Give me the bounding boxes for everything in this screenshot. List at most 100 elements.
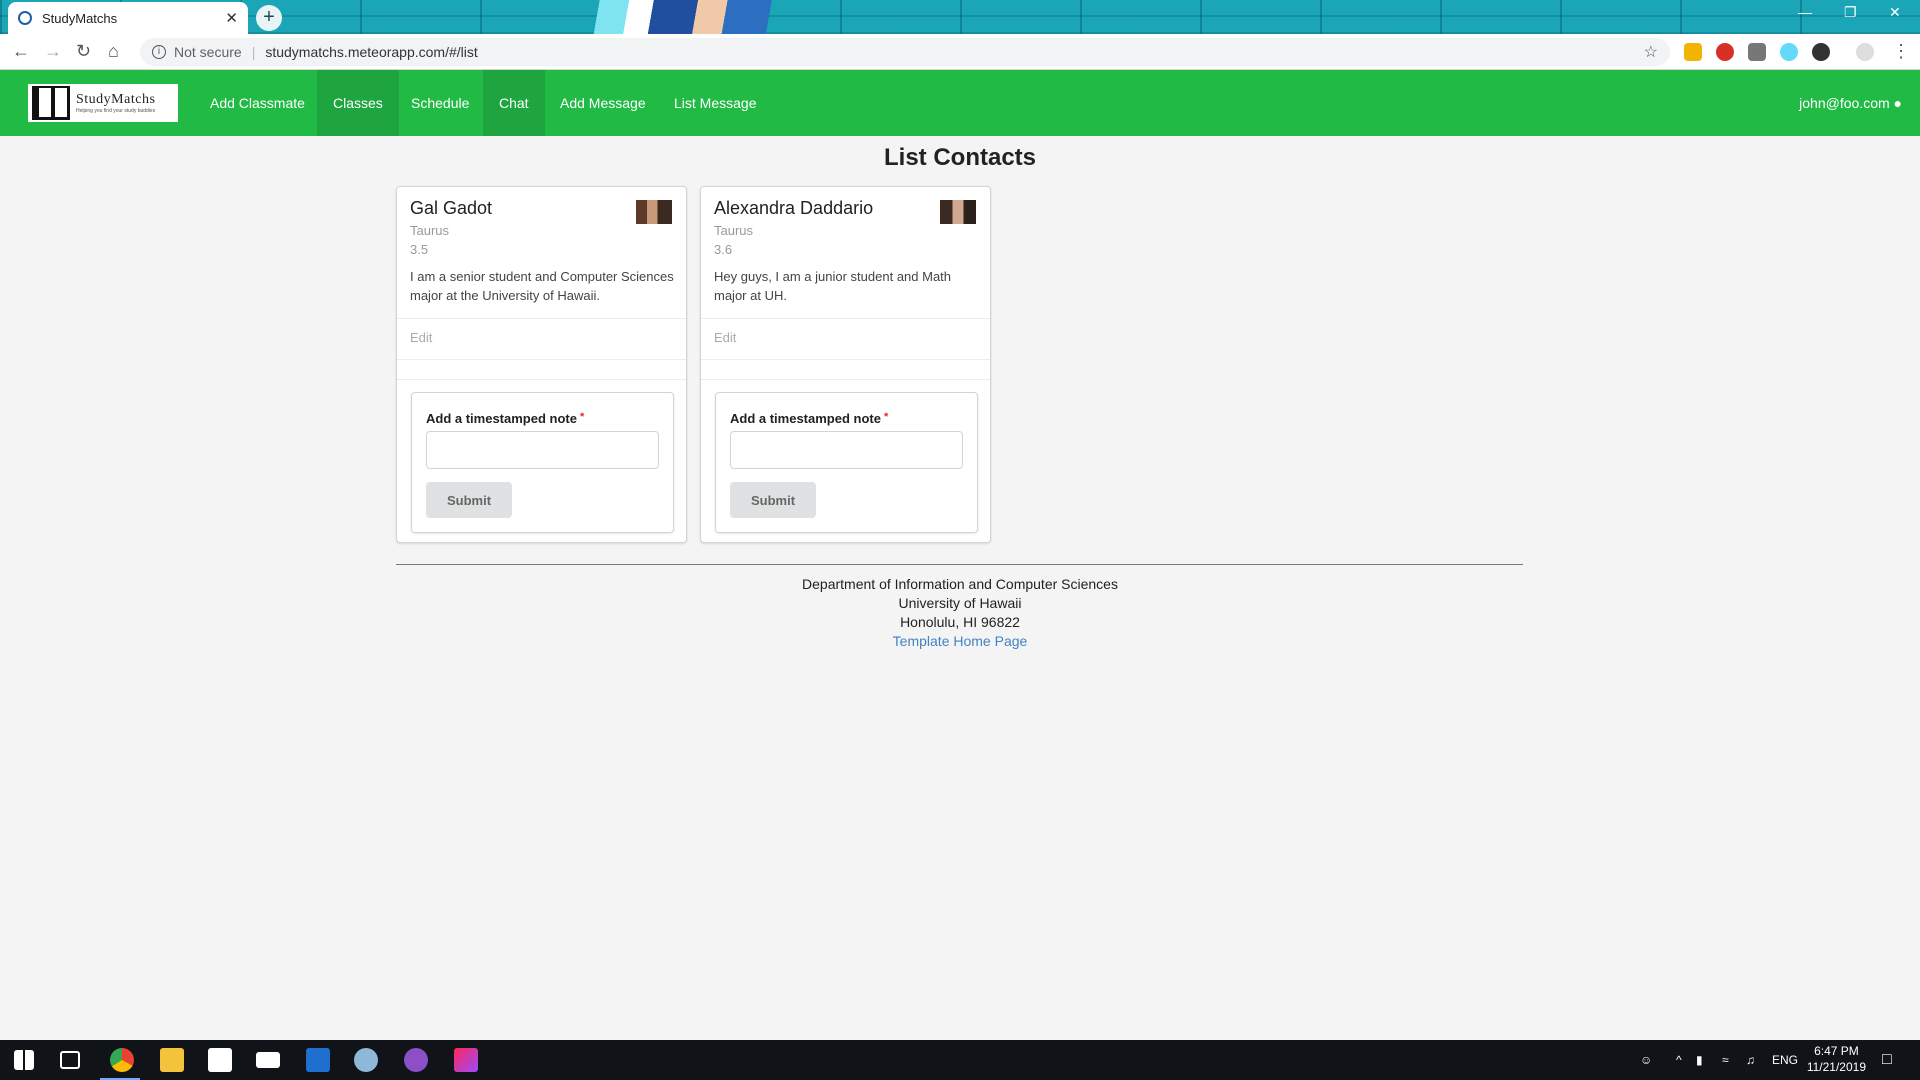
note-label-text: Add a timestamped note bbox=[730, 411, 881, 426]
nav-add-classmate[interactable]: Add Classmate bbox=[194, 70, 321, 136]
tab-title: StudyMatchs bbox=[42, 10, 118, 26]
minimize-button[interactable]: — bbox=[1798, 4, 1812, 20]
browser-tabstrip: StudyMatchs ✕ + — ❐ ✕ bbox=[0, 0, 1920, 34]
contact-name: Gal Gadot bbox=[410, 198, 493, 218]
bookmark-star-icon[interactable]: ☆ bbox=[1644, 42, 1658, 62]
contact-avatar bbox=[940, 200, 976, 224]
contact-gpa: 3.6 bbox=[714, 242, 733, 257]
card-divider bbox=[701, 318, 990, 319]
footer-address: Honolulu, HI 96822 bbox=[900, 614, 1020, 630]
chrome-icon[interactable] bbox=[110, 1048, 134, 1072]
file-explorer-icon[interactable] bbox=[160, 1048, 184, 1072]
app-icon[interactable] bbox=[404, 1048, 428, 1072]
contact-sign: Taurus bbox=[714, 223, 754, 238]
notification-icon[interactable]: □ bbox=[1882, 1040, 1892, 1080]
book-logo-icon bbox=[32, 86, 70, 120]
adblock-icon[interactable] bbox=[1716, 43, 1734, 61]
mail-icon[interactable] bbox=[256, 1052, 280, 1068]
window-close-button[interactable]: ✕ bbox=[1889, 4, 1901, 21]
footer: Department of Information and Computer S… bbox=[0, 575, 1920, 651]
note-label: Add a timestamped note * bbox=[426, 411, 584, 426]
url-text[interactable]: studymatchs.meteorapp.com/#/list bbox=[265, 44, 1643, 60]
battery-icon[interactable]: ▮ bbox=[1696, 1040, 1703, 1080]
powershell-icon[interactable] bbox=[306, 1048, 330, 1072]
clock[interactable]: 6:47 PM 11/21/2019 bbox=[1807, 1043, 1866, 1075]
intellij-icon[interactable] bbox=[454, 1048, 478, 1072]
note-input[interactable] bbox=[730, 431, 963, 469]
submit-button[interactable]: Submit bbox=[426, 482, 512, 518]
omnibox-separator: | bbox=[251, 44, 256, 60]
meteor-devtools-icon[interactable] bbox=[1812, 43, 1830, 61]
tab-close-icon[interactable]: ✕ bbox=[225, 9, 238, 27]
edit-link[interactable]: Edit bbox=[714, 330, 736, 345]
help-extension-icon[interactable] bbox=[1748, 43, 1766, 61]
note-form: Add a timestamped note * Submit bbox=[411, 392, 674, 533]
contact-avatar bbox=[636, 200, 672, 224]
nav-add-message[interactable]: Add Message bbox=[544, 70, 662, 136]
reload-icon[interactable]: ↻ bbox=[76, 41, 91, 62]
not-secure-label: Not secure bbox=[174, 44, 242, 60]
browser-tab[interactable]: StudyMatchs ✕ bbox=[8, 2, 248, 34]
contact-name: Alexandra Daddario bbox=[714, 198, 874, 218]
page-title: List Contacts bbox=[883, 144, 1036, 171]
contact-description: Hey guys, I am a junior student and Math… bbox=[714, 269, 952, 303]
card-divider bbox=[701, 379, 990, 380]
nav-chat[interactable]: Chat bbox=[483, 70, 545, 136]
store-icon[interactable] bbox=[208, 1048, 232, 1072]
clock-time: 6:47 PM bbox=[1814, 1044, 1859, 1058]
tray-chevron-icon[interactable]: ^ bbox=[1676, 1040, 1682, 1080]
user-icon: ● bbox=[1893, 95, 1902, 111]
user-email: john@foo.com bbox=[1799, 95, 1890, 111]
footer-university: University of Hawaii bbox=[898, 595, 1022, 611]
app-navbar: StudyMatchs Helping you find your study … bbox=[0, 70, 1920, 136]
card-divider bbox=[701, 359, 990, 360]
footer-divider bbox=[396, 564, 1523, 565]
meteor-favicon-icon bbox=[18, 11, 32, 25]
nav-schedule[interactable]: Schedule bbox=[395, 70, 485, 136]
people-icon[interactable]: ☺ bbox=[1640, 1040, 1652, 1080]
home-icon[interactable]: ⌂ bbox=[108, 41, 119, 62]
wifi-icon[interactable]: ≈ bbox=[1722, 1040, 1729, 1080]
info-icon[interactable]: i bbox=[152, 45, 166, 59]
footer-department: Department of Information and Computer S… bbox=[802, 576, 1118, 592]
brand-name: StudyMatchs bbox=[76, 92, 156, 107]
contact-gpa: 3.5 bbox=[410, 242, 429, 257]
volume-icon[interactable]: ♫ bbox=[1746, 1040, 1755, 1080]
back-arrow-icon[interactable]: ← bbox=[12, 41, 30, 62]
react-devtools-icon[interactable] bbox=[1780, 43, 1798, 61]
required-mark: * bbox=[883, 411, 889, 423]
browser-theme-artwork bbox=[580, 0, 820, 34]
card-divider bbox=[397, 379, 686, 380]
note-input[interactable] bbox=[426, 431, 659, 469]
contact-sign: Taurus bbox=[410, 223, 450, 238]
new-tab-button[interactable]: + bbox=[256, 5, 282, 31]
restore-button[interactable]: ❐ bbox=[1844, 4, 1857, 21]
user-menu[interactable]: john@foo.com ● bbox=[1799, 70, 1902, 136]
nav-list-message[interactable]: List Message bbox=[658, 70, 772, 136]
paint-icon[interactable] bbox=[354, 1048, 378, 1072]
note-label-text: Add a timestamped note bbox=[426, 411, 577, 426]
windows-taskbar: ☺ ^ ▮ ≈ ♫ ENG 6:47 PM 11/21/2019 □ bbox=[0, 1040, 1920, 1080]
task-view-icon[interactable] bbox=[60, 1051, 80, 1069]
template-home-link[interactable]: Template Home Page bbox=[0, 632, 1920, 651]
edit-link[interactable]: Edit bbox=[410, 330, 432, 345]
nav-classes[interactable]: Classes bbox=[317, 70, 399, 136]
card-divider bbox=[397, 359, 686, 360]
note-form: Add a timestamped note * Submit bbox=[715, 392, 978, 533]
browser-menu-icon[interactable]: ⋮ bbox=[1892, 41, 1910, 62]
brand-tagline: Helping you find your study buddies bbox=[76, 108, 156, 114]
studymatchs-logo[interactable]: StudyMatchs Helping you find your study … bbox=[28, 84, 178, 122]
extension-icon[interactable] bbox=[1684, 43, 1702, 61]
card-divider bbox=[397, 318, 686, 319]
required-mark: * bbox=[579, 411, 585, 423]
address-bar[interactable]: i Not secure | studymatchs.meteorapp.com… bbox=[140, 38, 1670, 66]
submit-button[interactable]: Submit bbox=[730, 482, 816, 518]
browser-toolbar: ← → ↻ ⌂ i Not secure | studymatchs.meteo… bbox=[0, 34, 1920, 70]
windows-start-icon[interactable] bbox=[14, 1050, 34, 1070]
contact-card: Alexandra Daddario Taurus 3.6 Hey guys, … bbox=[700, 186, 991, 543]
contact-card: Gal Gadot Taurus 3.5 I am a senior stude… bbox=[396, 186, 687, 543]
forward-arrow-icon[interactable]: → bbox=[44, 41, 62, 62]
profile-avatar[interactable] bbox=[1856, 43, 1874, 61]
note-label: Add a timestamped note * bbox=[730, 411, 888, 426]
language-indicator[interactable]: ENG bbox=[1772, 1040, 1798, 1080]
